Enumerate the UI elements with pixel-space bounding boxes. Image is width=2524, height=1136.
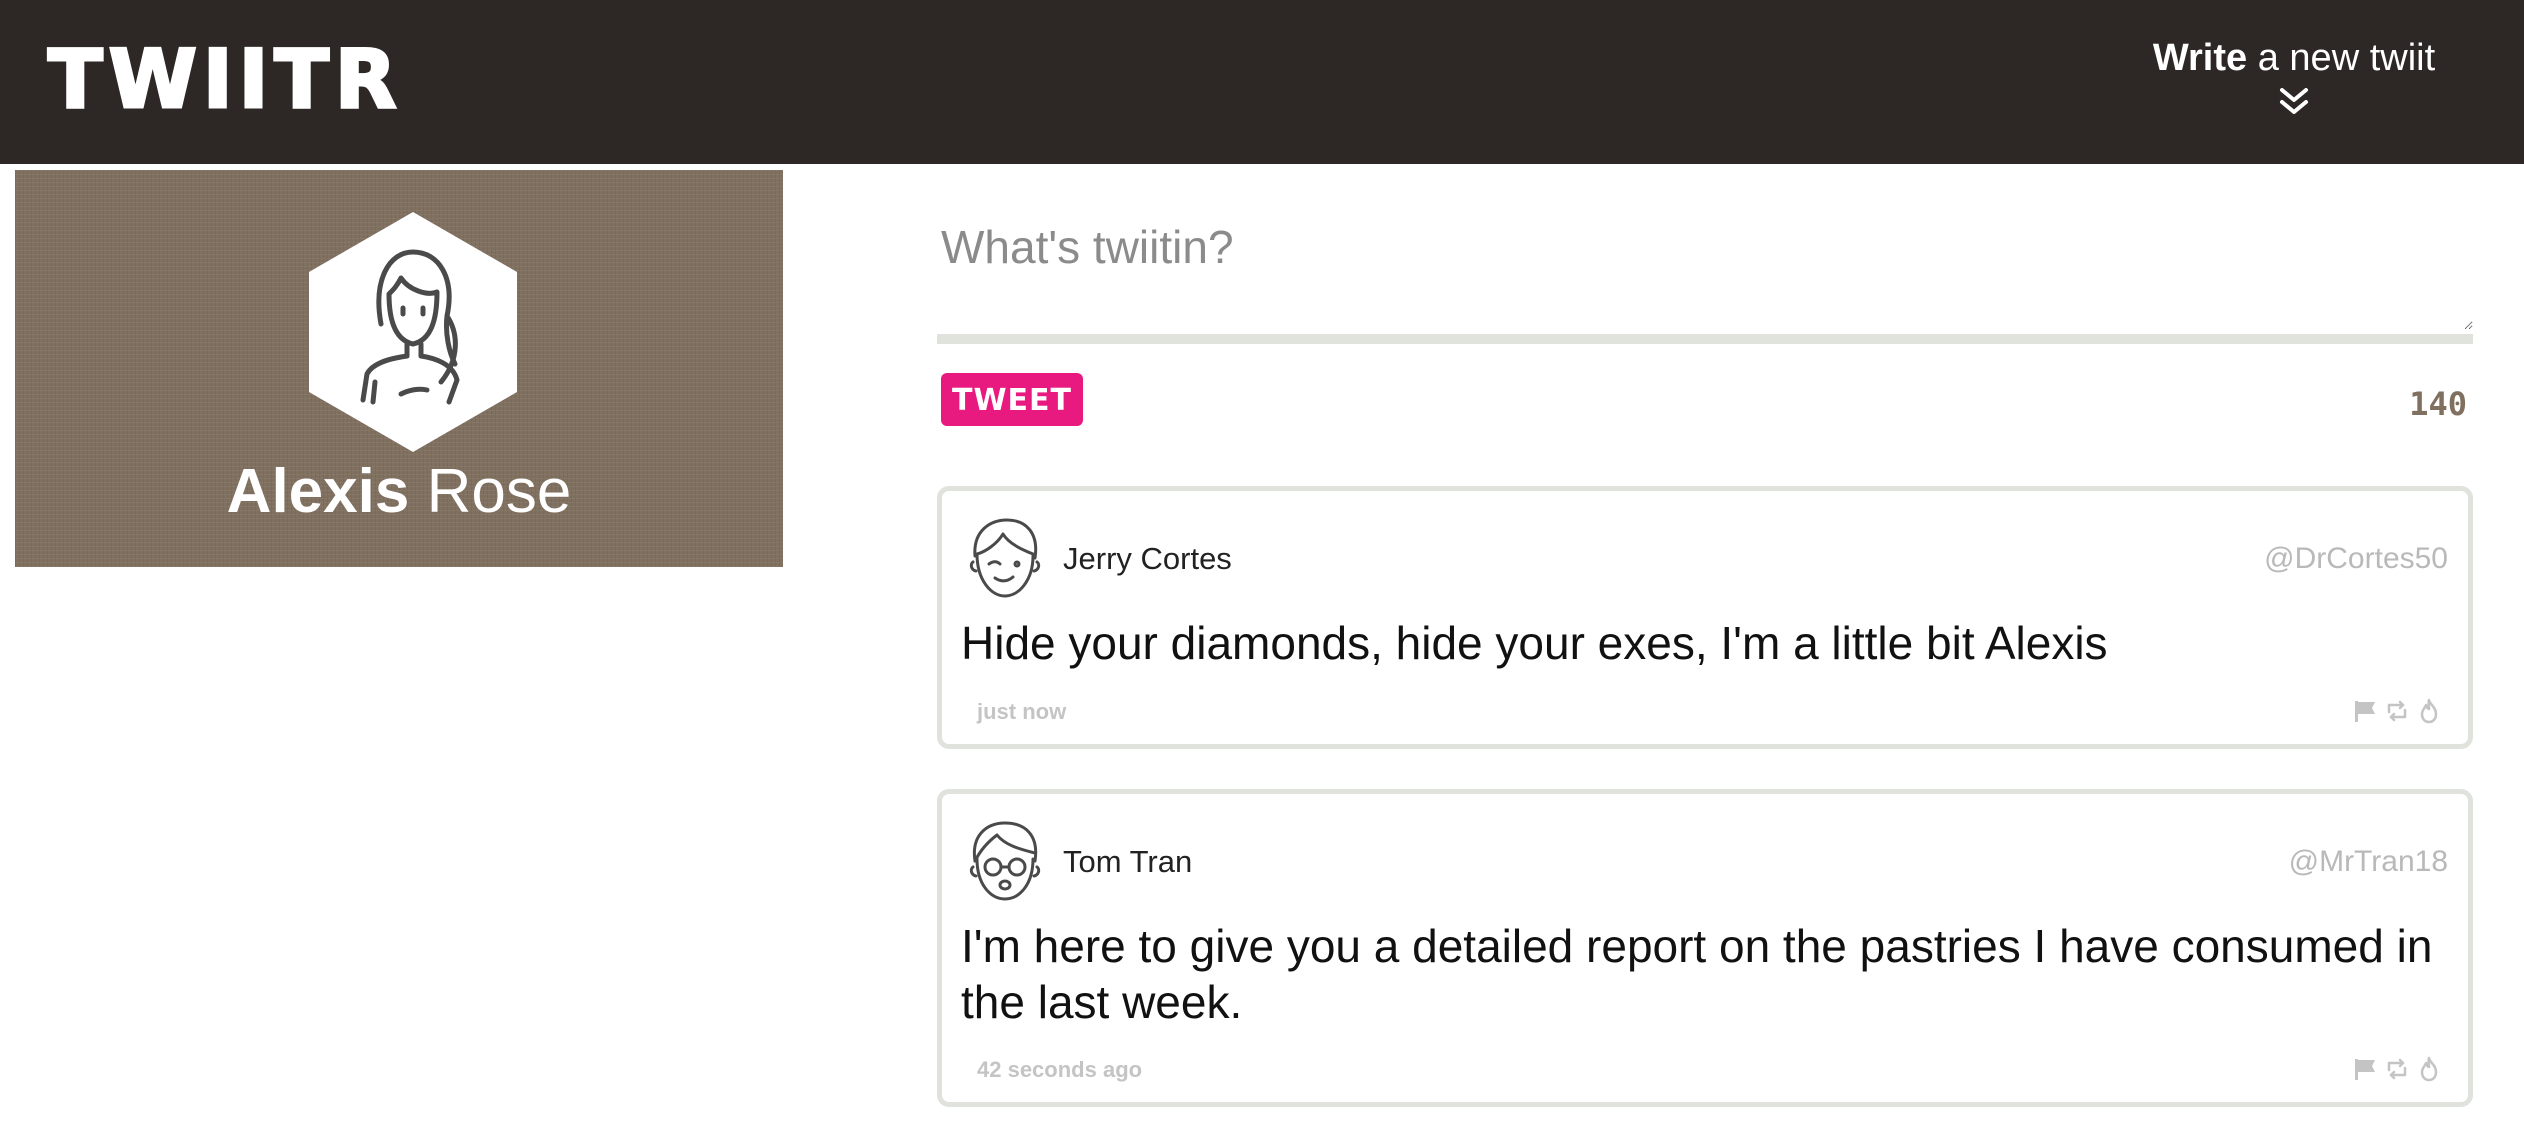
- tweet-handle[interactable]: @MrTran18: [2289, 842, 2448, 882]
- glasses-man-avatar-icon: [969, 821, 1041, 901]
- profile-last-name: Rose: [409, 457, 572, 526]
- compose-divider: [937, 334, 2473, 344]
- write-label-rest: a new twiit: [2247, 37, 2436, 79]
- tweet-card: Jerry Cortes @DrCortes50 Hide your diamo…: [937, 486, 2473, 749]
- tweet-card: Tom Tran @MrTran18 I'm here to give you …: [937, 789, 2473, 1107]
- write-new-twiit-toggle[interactable]: Write a new twiit: [2144, 34, 2444, 120]
- like-fire-icon[interactable]: [2416, 698, 2442, 724]
- tweet-actions: [2352, 1056, 2442, 1082]
- tweet-author[interactable]: Jerry Cortes: [1063, 539, 1232, 579]
- profile-first-name: Alexis: [226, 457, 410, 526]
- tweet-timestamp: just now: [977, 699, 1067, 724]
- tweet-text: I'm here to give you a detailed report o…: [961, 920, 2433, 1028]
- retweet-icon[interactable]: [2384, 698, 2410, 724]
- flag-icon[interactable]: [2352, 1056, 2378, 1082]
- winking-man-avatar-icon: [969, 518, 1041, 598]
- compose-box: [937, 200, 2473, 340]
- flag-icon[interactable]: [2352, 698, 2378, 724]
- compose-input[interactable]: [937, 200, 2473, 330]
- double-chevron-down-icon: [2280, 88, 2308, 114]
- profile-card: Alexis Rose: [15, 170, 783, 567]
- like-fire-icon[interactable]: [2416, 1056, 2442, 1082]
- tweet-author[interactable]: Tom Tran: [1063, 842, 1192, 882]
- tweet-button[interactable]: TWEET: [941, 373, 1083, 426]
- write-new-twiit-label: Write a new twiit: [2144, 34, 2444, 82]
- top-bar: TWIITR Write a new twiit: [0, 0, 2524, 164]
- app-logo[interactable]: TWIITR: [47, 34, 403, 125]
- profile-name: Alexis Rose: [15, 452, 783, 532]
- tweet-handle[interactable]: @DrCortes50: [2264, 539, 2448, 579]
- retweet-icon[interactable]: [2384, 1056, 2410, 1082]
- woman-avatar-icon: [309, 212, 517, 452]
- write-label-bold: Write: [2152, 37, 2248, 79]
- tweet-text: Hide your diamonds, hide your exes, I'm …: [961, 617, 2108, 669]
- character-count: 140: [2409, 385, 2467, 423]
- tweet-actions: [2352, 698, 2442, 724]
- tweet-timestamp: 42 seconds ago: [977, 1057, 1143, 1082]
